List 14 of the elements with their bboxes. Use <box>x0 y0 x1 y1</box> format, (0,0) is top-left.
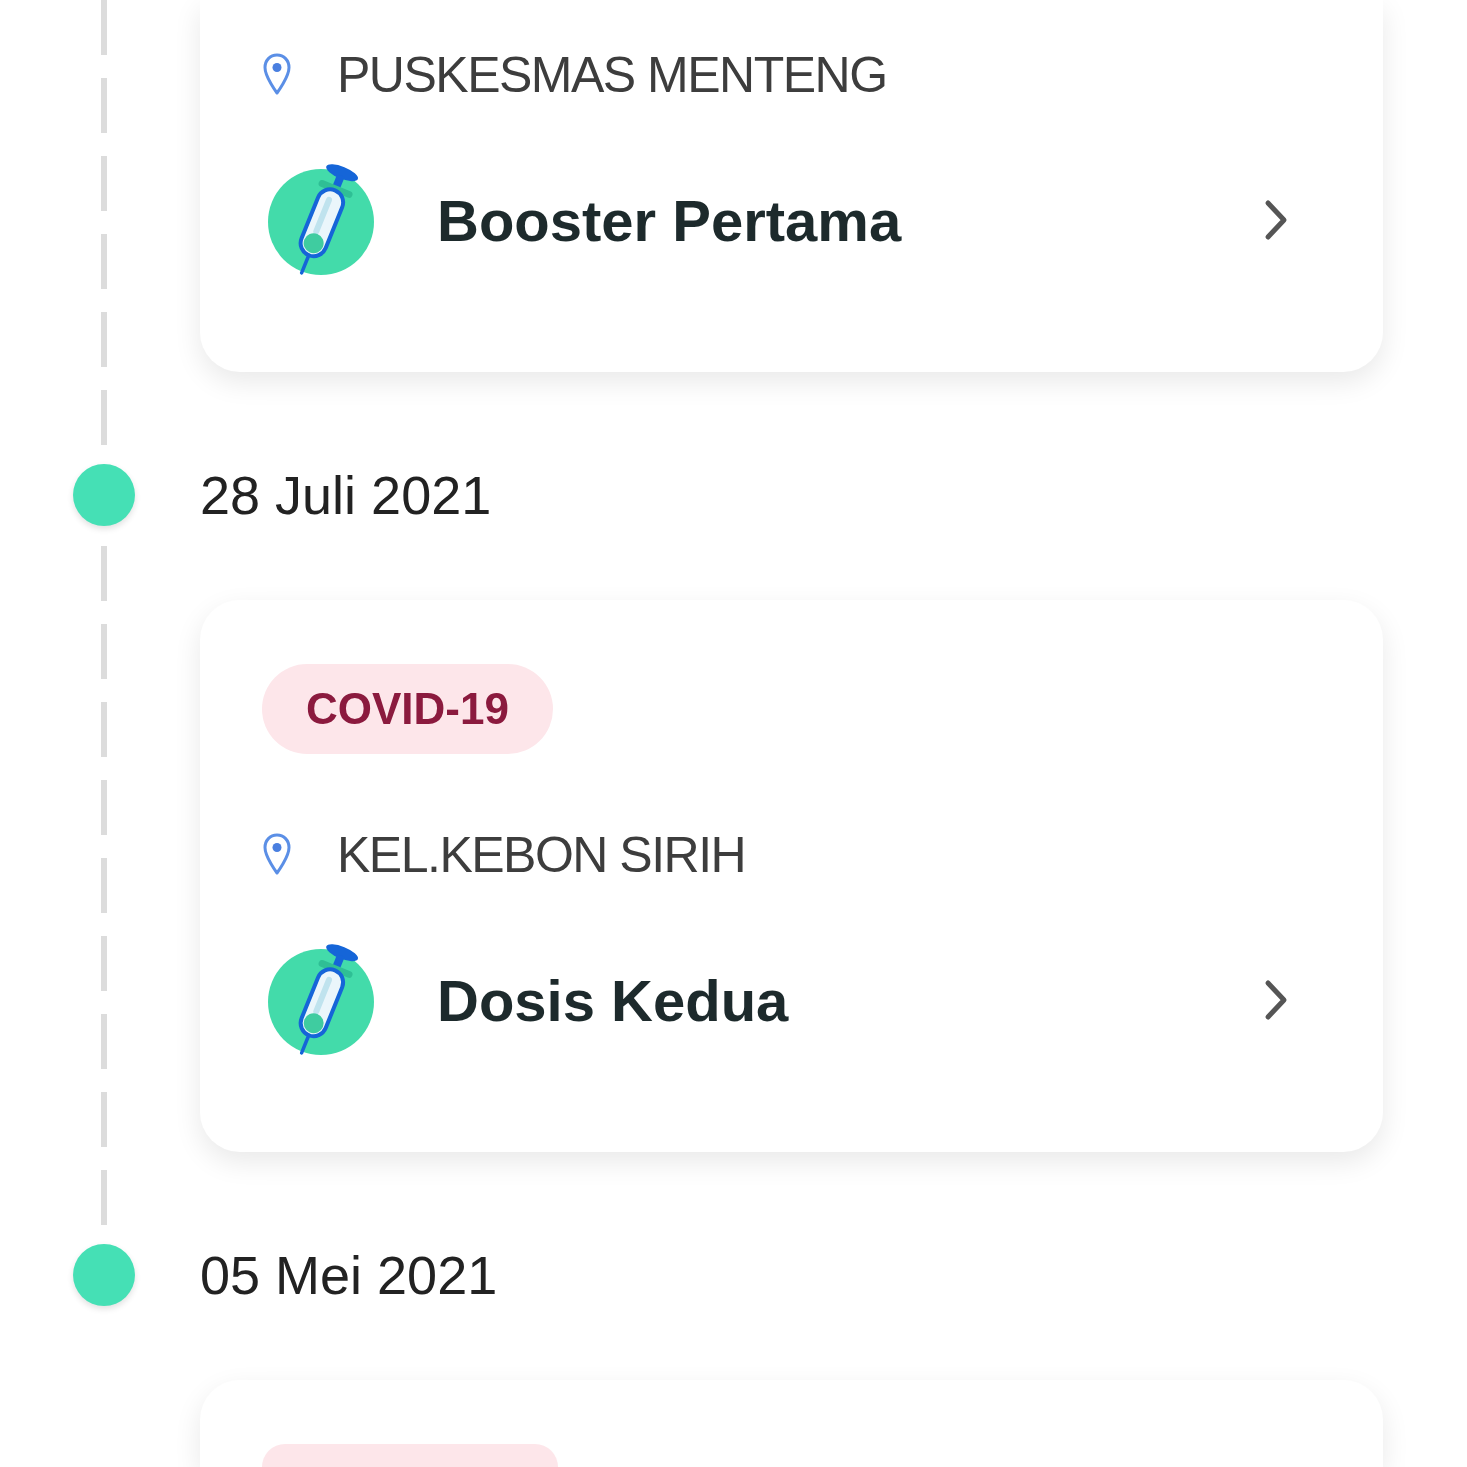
chevron-right-icon <box>1262 977 1290 1023</box>
location-name: KEL.KEBON SIRIH <box>337 826 746 884</box>
timeline-dot <box>73 1244 135 1306</box>
timeline-dot <box>73 464 135 526</box>
vaccination-card[interactable] <box>200 1380 1383 1467</box>
dose-title: Dosis Kedua <box>437 966 789 1034</box>
vaccination-card[interactable]: PUSKESMAS MENTENG Booster Pertama <box>200 0 1383 372</box>
location-name: PUSKESMAS MENTENG <box>337 46 887 104</box>
chevron-right-icon <box>1262 197 1290 243</box>
vaccination-card[interactable]: COVID-19 KEL.KEBON SIRIH Dosis Kedua <box>200 600 1383 1152</box>
date-label: 28 Juli 2021 <box>200 464 492 526</box>
date-label: 05 Mei 2021 <box>200 1244 498 1306</box>
category-tag: COVID-19 <box>262 664 553 754</box>
dose-title: Booster Pertama <box>437 186 902 254</box>
